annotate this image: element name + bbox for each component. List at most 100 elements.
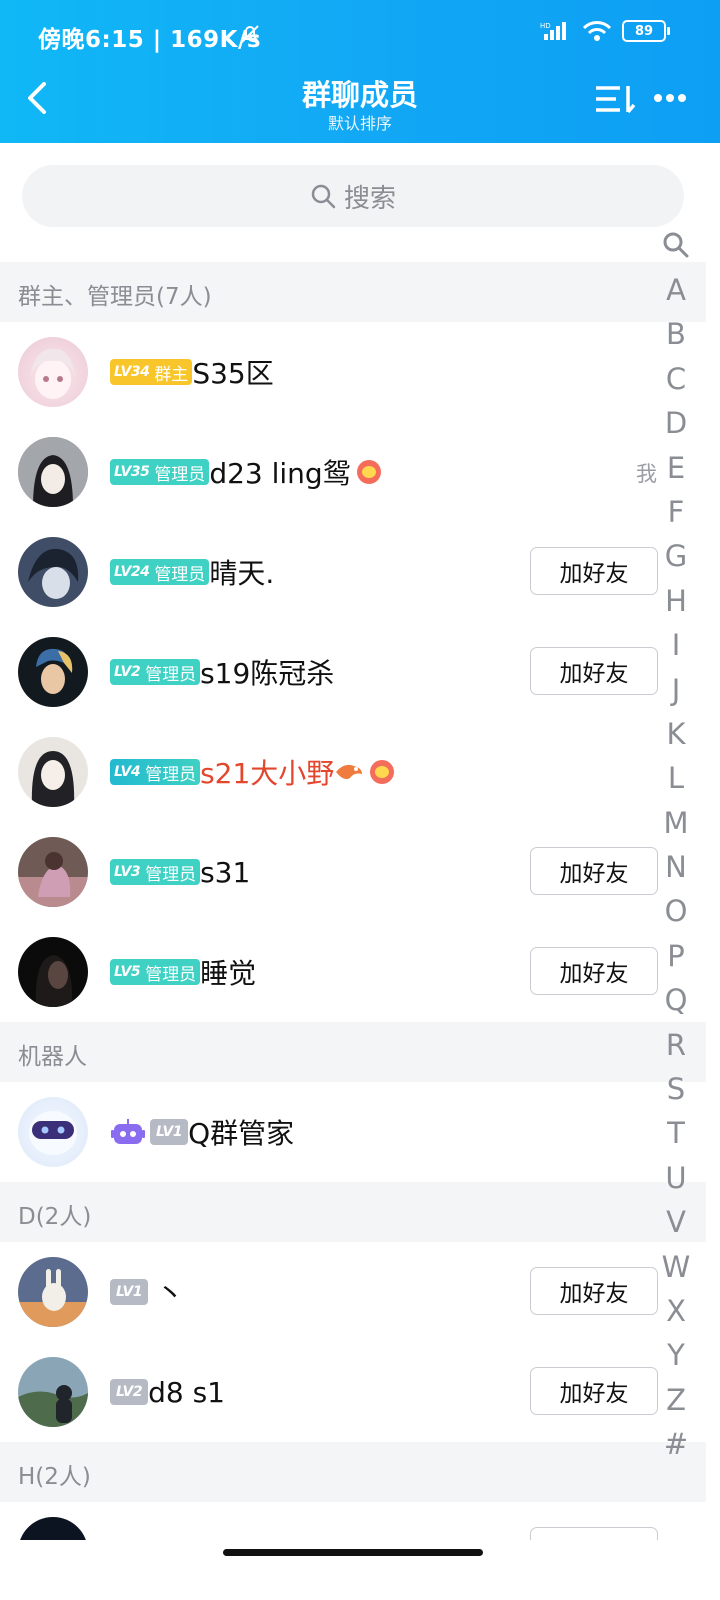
search-icon (311, 184, 336, 209)
member-line: LV24 管理员 晴天. (110, 522, 274, 622)
more-icon[interactable] (652, 92, 688, 104)
add-friend-button[interactable] (530, 1527, 658, 1540)
index-letter[interactable]: X (656, 1289, 696, 1333)
section-label: 群主、管理员(7人) (18, 284, 212, 310)
avatar (18, 837, 88, 907)
add-friend-button[interactable]: 加好友 (530, 647, 658, 695)
index-letter[interactable]: I (656, 623, 696, 667)
index-letter[interactable]: Z (656, 1378, 696, 1422)
section-header-bots: 机器人 (0, 1022, 706, 1082)
battery-indicator: 89 (622, 20, 670, 42)
add-friend-button[interactable]: 加好友 (530, 1267, 658, 1315)
member-row[interactable]: LV24 管理员 晴天. 加好友 (0, 522, 706, 622)
index-letter[interactable]: M (656, 801, 696, 845)
section-label: 机器人 (18, 1044, 87, 1070)
avatar (18, 337, 88, 407)
level-badge: LV1 (150, 1119, 189, 1145)
member-line: LV1 丶 (110, 1242, 184, 1342)
index-letter[interactable]: C (656, 357, 696, 401)
signal-icon: HD (540, 22, 566, 40)
member-name: 晴天. (209, 557, 275, 590)
member-name: Q群管家 (188, 1117, 295, 1150)
avatar (18, 937, 88, 1007)
level-badge: LV3 管理员 (110, 859, 201, 885)
member-row[interactable]: LV4 管理员 s21大小野 (0, 722, 706, 822)
index-letter[interactable]: R (656, 1023, 696, 1067)
member-line: LV34 群主 S35区 (110, 322, 274, 422)
member-name: s21大小野 (200, 757, 335, 790)
index-letter[interactable]: K (656, 712, 696, 756)
index-letter[interactable]: H (656, 579, 696, 623)
level-badge: LV1 (110, 1279, 149, 1305)
member-row[interactable]: LV3 管理员 s31 加好友 (0, 822, 706, 922)
avatar (18, 1257, 88, 1327)
member-row[interactable]: LV1 丶 加好友 (0, 1242, 706, 1342)
section-header-d: D(2人) (0, 1182, 706, 1242)
index-letter[interactable]: U (656, 1156, 696, 1200)
member-name: s19陈冠杀 (200, 657, 335, 690)
svg-text:HD: HD (540, 22, 551, 30)
member-row[interactable]: LV2 d8 s1 加好友 (0, 1342, 706, 1442)
member-row[interactable]: LV5 管理员 睡觉 加好友 (0, 922, 706, 1022)
member-name: d23 ling鸳 (209, 457, 351, 490)
index-letter[interactable]: F (656, 490, 696, 534)
add-friend-button[interactable]: 加好友 (530, 947, 658, 995)
index-letter[interactable]: E (656, 446, 696, 490)
index-letter[interactable]: G (656, 534, 696, 578)
member-row[interactable]: LV2 管理员 s19陈冠杀 加好友 (0, 622, 706, 722)
member-line: LV2 d8 s1 (110, 1342, 225, 1442)
member-row[interactable]: LV34 群主 S35区 (0, 322, 706, 422)
avatar (18, 437, 88, 507)
member-row[interactable]: LV35 管理员 d23 ling鸳 我 (0, 422, 706, 522)
member-row[interactable] (0, 1502, 706, 1540)
index-letter[interactable]: W (656, 1245, 696, 1289)
member-name: 丶 (156, 1277, 185, 1310)
sort-icon[interactable] (594, 82, 636, 116)
alphabet-index[interactable]: A B C D E F G H I J K L M N O P Q R S T U V W X Y Z # (656, 268, 696, 1467)
home-indicator[interactable] (223, 1549, 483, 1556)
member-line: LV4 管理员 s21大小野 (110, 722, 395, 822)
add-friend-button[interactable]: 加好友 (530, 1367, 658, 1415)
member-line: LV1 Q群管家 (110, 1082, 294, 1182)
avatar (18, 1357, 88, 1427)
index-letter[interactable]: Q (656, 978, 696, 1022)
level-badge: LV2 管理员 (110, 659, 201, 685)
level-badge: LV4 管理员 (110, 759, 201, 785)
sticker-icon (356, 460, 381, 484)
index-letter[interactable]: B (656, 312, 696, 356)
section-header-admins: 群主、管理员(7人) (0, 262, 706, 322)
index-letter[interactable]: D (656, 401, 696, 445)
index-letter[interactable]: V (656, 1200, 696, 1244)
status-time: 傍晚6:15 | 169K/s (38, 27, 262, 53)
index-letter[interactable]: N (656, 845, 696, 889)
member-name: s31 (200, 855, 251, 889)
index-letter[interactable]: A (656, 268, 696, 312)
index-letter[interactable]: T (656, 1111, 696, 1155)
search-input[interactable]: 搜索 (22, 165, 684, 227)
section-header-h: H(2人) (0, 1442, 706, 1502)
add-friend-button[interactable]: 加好友 (530, 847, 658, 895)
index-letter[interactable]: J (656, 668, 696, 712)
bot-row[interactable]: LV1 Q群管家 (0, 1082, 706, 1182)
index-letter[interactable]: S (656, 1067, 696, 1111)
section-label: H(2人) (18, 1464, 91, 1490)
robot-icon (111, 1119, 145, 1144)
index-search-icon[interactable] (662, 231, 690, 259)
index-letter[interactable]: L (656, 756, 696, 800)
index-letter[interactable]: O (656, 889, 696, 933)
avatar (18, 737, 88, 807)
level-badge: LV24 管理员 (110, 559, 210, 585)
index-letter[interactable]: P (656, 934, 696, 978)
member-line: LV35 管理员 d23 ling鸳 (110, 422, 381, 522)
member-line: LV2 管理员 s19陈冠杀 (110, 622, 334, 722)
avatar (18, 637, 88, 707)
member-line: LV5 管理员 睡觉 (110, 922, 256, 1022)
level-badge: LV2 (110, 1379, 149, 1405)
add-friend-button[interactable]: 加好友 (530, 547, 658, 595)
section-label: D(2人) (18, 1204, 92, 1230)
member-name: S35区 (192, 357, 274, 390)
index-letter[interactable]: # (656, 1422, 696, 1466)
index-letter[interactable]: Y (656, 1333, 696, 1377)
level-badge: LV34 群主 (110, 359, 193, 385)
avatar (18, 1097, 88, 1167)
